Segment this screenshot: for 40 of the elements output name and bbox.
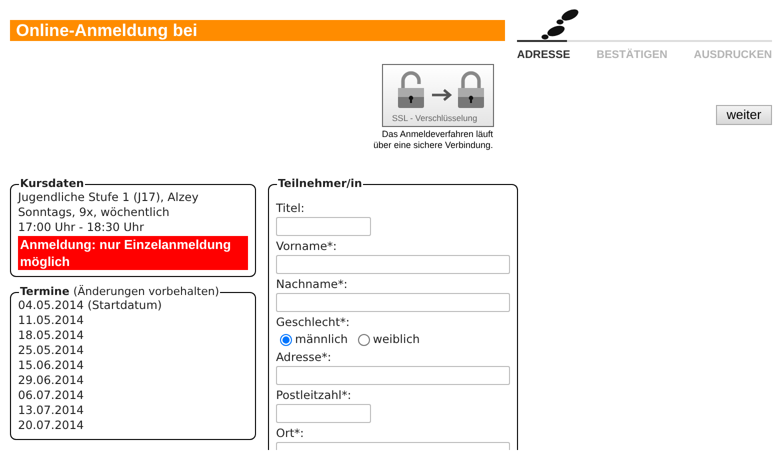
input-field[interactable] bbox=[276, 293, 510, 312]
step-tab[interactable]: ADRESSE bbox=[517, 49, 570, 62]
field-label: Vorname*: bbox=[276, 239, 338, 254]
date-entry: 18.05.2014 bbox=[18, 328, 85, 343]
date-entry: 29.06.2014 bbox=[18, 373, 85, 388]
radio-button[interactable] bbox=[358, 334, 370, 346]
page-title: Online-Anmeldung bei bbox=[10, 20, 505, 41]
date-entry: 11.05.2014 bbox=[18, 313, 85, 328]
panel-legend: Kursdaten bbox=[19, 178, 85, 190]
field-label: Titel: bbox=[276, 201, 306, 216]
course-info: Sonntags, 9x, wöchentlich bbox=[18, 205, 170, 220]
date-entry: 06.07.2014 bbox=[18, 388, 85, 403]
panel-legend: Teilnehmer/in bbox=[277, 179, 364, 190]
field-label: Postleitzahl*: bbox=[276, 388, 352, 403]
date-entry: 04.05.2014 (Startdatum) bbox=[18, 298, 163, 313]
field-label: Ort*: bbox=[276, 426, 305, 441]
next-button[interactable]: weiter bbox=[716, 105, 772, 125]
radio-label: weiblich bbox=[372, 332, 420, 347]
legend-note: (Änderungen vorbehalten) bbox=[73, 285, 220, 298]
input-field[interactable] bbox=[276, 217, 371, 236]
input-field[interactable] bbox=[276, 404, 371, 423]
input-field[interactable] bbox=[276, 366, 510, 385]
date-entry: 15.06.2014 bbox=[18, 358, 85, 373]
panel-legend: Termine bbox=[20, 285, 70, 298]
radio-button[interactable] bbox=[280, 334, 292, 346]
notice-text: Anmeldung: nur Einzelanmeldung möglich bbox=[18, 236, 248, 270]
date-entry: 13.07.2014 bbox=[18, 403, 85, 418]
security-note: Das Anmeldeverfahren läuft bbox=[380, 129, 493, 140]
field-label: Nachname*: bbox=[276, 277, 348, 292]
date-entry: 20.07.2014 bbox=[18, 418, 85, 433]
security-note: über eine sichere Verbindung. bbox=[373, 140, 493, 151]
input-field[interactable] bbox=[276, 255, 510, 274]
date-entry: 25.05.2014 bbox=[18, 343, 85, 358]
radio-label: männlich bbox=[295, 332, 348, 347]
ssl-label: SSL - Verschlüsselung bbox=[392, 113, 478, 123]
footprints-icon bbox=[540, 8, 580, 40]
field-label: Geschlecht*: bbox=[276, 315, 351, 330]
course-info: 17:00 Uhr - 18:30 Uhr bbox=[18, 220, 145, 235]
course-info: Jugendliche Stufe 1 (J17), Alzey bbox=[18, 190, 200, 205]
field-label: Adresse*: bbox=[276, 350, 332, 365]
